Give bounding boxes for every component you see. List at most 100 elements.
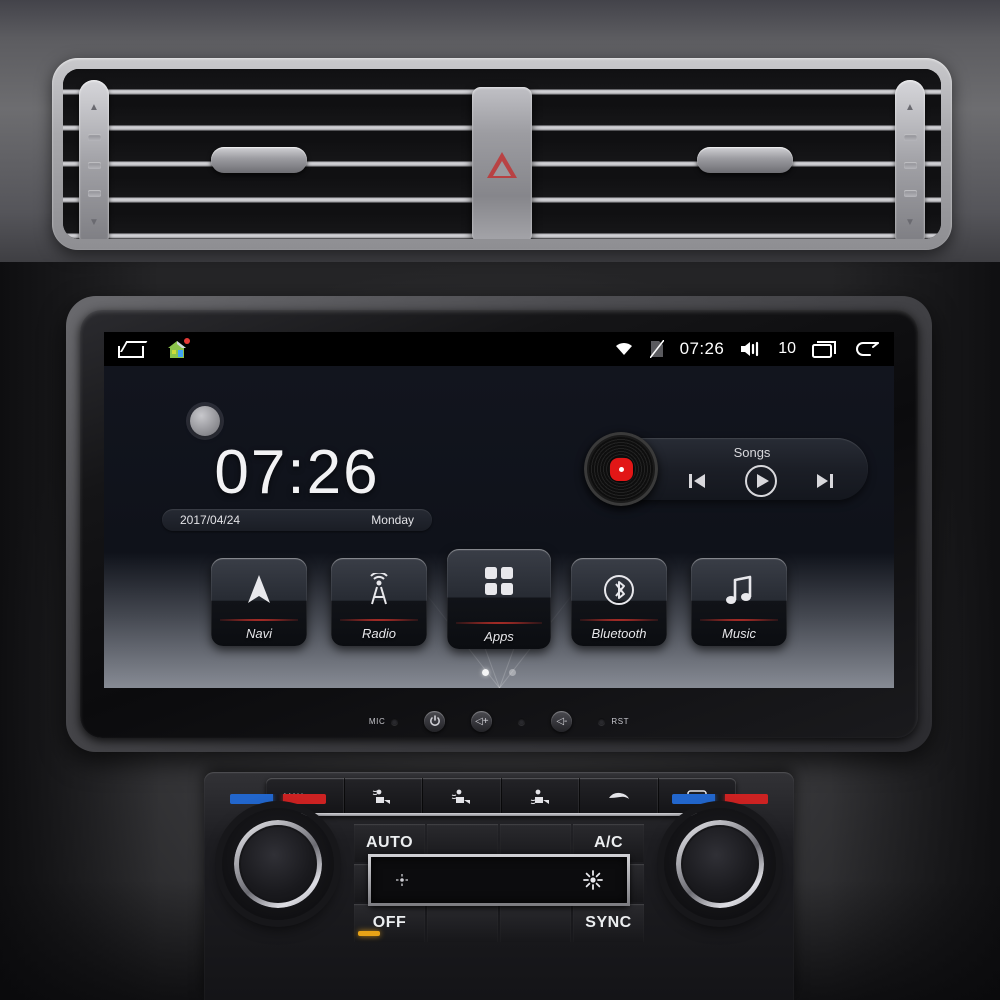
climate-blank-cell-7[interactable] [427, 904, 498, 942]
back-arrow-icon[interactable] [854, 340, 880, 358]
page-indicator[interactable] [104, 669, 894, 676]
off-indicator-light [358, 931, 380, 936]
clock-widget[interactable]: 07:26 2017/04/24 Monday [162, 438, 432, 532]
temp-hot-indicator [283, 794, 326, 804]
off-label: OFF [372, 914, 407, 931]
climate-blank-cell-8[interactable] [500, 904, 571, 942]
recents-icon[interactable] [812, 340, 838, 358]
status-bar-clock: 07:26 [679, 339, 725, 358]
app-tile-bluetooth[interactable]: Bluetooth [571, 558, 667, 646]
climate-control-panel[interactable]: MAX [204, 772, 794, 1000]
temperature-knob-left[interactable] [222, 808, 334, 920]
unit-button-strip[interactable]: MIC ◁+ ◁- RST [104, 708, 894, 734]
touchscreen-display[interactable]: 07:26 10 07:26 2017/04/24 Monday Songs N… [104, 332, 894, 688]
air-vent-assembly: ▲ ▼ ▲ ▼ [52, 58, 952, 250]
app-tile-apps[interactable]: Apps [447, 549, 551, 649]
head-unit-frame: 07:26 10 07:26 2017/04/24 Monday Songs N… [66, 296, 932, 752]
volume-icon[interactable] [740, 341, 762, 357]
app-label-bluetooth: Bluetooth [591, 626, 647, 641]
music-note-icon [724, 571, 754, 609]
temp-cold-indicator [230, 794, 273, 804]
tile-accent-line [456, 622, 542, 624]
tile-accent-line [580, 619, 658, 621]
volume-down-button[interactable]: ◁- [551, 710, 573, 732]
notification-dot [184, 338, 190, 344]
next-track-icon[interactable] [814, 471, 836, 491]
volume-level: 10 [778, 340, 796, 357]
airflow-face-button[interactable] [345, 778, 423, 816]
app-label-music: Music [722, 626, 756, 641]
car-dashboard: ▲ ▼ ▲ ▼ 07:26 10 07:26 2017/04/24 Monday… [0, 0, 1000, 1000]
app-tile-music[interactable]: Music [691, 558, 787, 646]
mic-label: MIC [368, 716, 386, 726]
radio-tower-icon [362, 571, 396, 609]
app-dock[interactable]: Navi Radio Apps Bluetooth Music [104, 549, 894, 649]
vent-slider-up-arrow: ▲ [89, 101, 99, 113]
airflow-face-icon [373, 789, 391, 804]
reset-label: RST [611, 716, 630, 726]
page-dot-2[interactable] [509, 669, 516, 676]
microphone-hole [391, 717, 399, 725]
temperature-strip-right [672, 794, 768, 804]
app-label-radio: Radio [362, 626, 396, 641]
home-screen[interactable]: 07:26 2017/04/24 Monday Songs Navi Radio… [104, 366, 894, 688]
temperature-strip-left [230, 794, 326, 804]
temp-hot-indicator [725, 794, 768, 804]
temperature-knob-right[interactable] [664, 808, 776, 920]
app-tile-radio[interactable]: Radio [331, 558, 427, 646]
sensor-hole [518, 717, 526, 725]
app-tile-navi[interactable]: Navi [211, 558, 307, 646]
head-unit-bezel: 07:26 10 07:26 2017/04/24 Monday Songs N… [80, 310, 918, 738]
vent-slider-notch [87, 161, 101, 169]
screen-knob-graphic [190, 406, 220, 436]
play-icon[interactable] [744, 464, 778, 498]
tile-accent-line [220, 619, 298, 621]
climate-center-controls[interactable]: AUTO A/C OFF SYNC [354, 824, 644, 942]
airflow-feet-button[interactable] [502, 778, 580, 816]
off-button[interactable]: OFF [354, 904, 425, 942]
fan-high-icon [583, 870, 603, 890]
music-widget[interactable]: Songs [584, 432, 868, 506]
vent-slider-notch [903, 133, 917, 141]
volume-up-button[interactable]: ◁+ [471, 710, 493, 732]
tile-accent-line [340, 619, 418, 621]
power-button[interactable] [424, 710, 446, 732]
tile-accent-line [700, 619, 778, 621]
airflow-face-feet-button[interactable] [423, 778, 502, 816]
vent-left-handle[interactable] [211, 147, 307, 173]
airflow-feet-icon [531, 789, 550, 805]
temp-cold-indicator [672, 794, 715, 804]
airflow-face-feet-icon [451, 789, 470, 804]
navigation-arrow-icon [245, 571, 273, 609]
app-label-navi: Navi [245, 626, 272, 641]
reset-hole[interactable] [598, 717, 606, 725]
recirculation-button[interactable] [580, 778, 659, 816]
vent-slider-up-arrow: ▲ [905, 101, 915, 113]
vent-slider-down-arrow: ▼ [89, 216, 99, 228]
page-dot-1[interactable] [482, 669, 489, 676]
house-app-icon[interactable] [166, 338, 190, 359]
previous-track-icon[interactable] [686, 471, 708, 491]
fan-speed-display[interactable] [368, 854, 630, 906]
hazard-triangle-icon [487, 152, 517, 178]
vent-left-slider[interactable]: ▲ ▼ [79, 80, 109, 239]
vent-right-handle[interactable] [697, 147, 793, 173]
reset-group[interactable]: RST [598, 717, 629, 726]
wifi-icon [614, 341, 634, 357]
climate-top-button-row[interactable]: MAX [266, 778, 736, 816]
vinyl-record-icon[interactable] [584, 432, 658, 506]
app-label-apps: Apps [484, 629, 514, 644]
home-outline-icon[interactable] [118, 341, 144, 358]
clock-weekday: Monday [371, 513, 414, 528]
vent-right-slider[interactable]: ▲ ▼ [895, 80, 925, 239]
no-sim-icon [649, 340, 664, 358]
bluetooth-icon [602, 571, 636, 609]
recirculation-icon [608, 792, 629, 799]
sync-button[interactable]: SYNC [573, 904, 644, 942]
clock-date-bar: 2017/04/24 Monday [162, 509, 432, 532]
clock-time: 07:26 [214, 438, 380, 507]
android-status-bar: 07:26 10 [104, 332, 894, 366]
fan-low-icon [395, 873, 409, 887]
vent-slider-notch [87, 133, 101, 141]
hazard-lights-button[interactable] [472, 87, 532, 239]
